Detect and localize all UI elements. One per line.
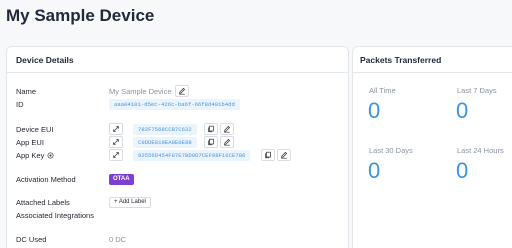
- edit-app-eui-button[interactable]: [220, 136, 234, 148]
- last-7-days-label: Last 7 Days: [457, 86, 497, 95]
- last-30-days-value: 0: [368, 158, 381, 183]
- app-eui-value: C9DDE819EA8E0E88: [133, 137, 197, 148]
- edit-app-key-button[interactable]: [277, 149, 291, 161]
- device-details-card: Device Details Name My Sample Device ID …: [6, 46, 349, 248]
- device-eui-label: Device EUI: [16, 125, 54, 134]
- copy-device-eui-button[interactable]: [204, 123, 218, 135]
- last-7-days-value: 0: [456, 98, 469, 123]
- app-key-label: App Key: [16, 151, 54, 160]
- app-eui-label: App EUI: [16, 138, 44, 147]
- eye-icon[interactable]: [47, 152, 54, 159]
- name-label: Name: [16, 87, 37, 96]
- all-time-label: All Time: [369, 86, 396, 95]
- attached-labels-label: Attached Labels: [16, 198, 70, 207]
- page-title: My Sample Device: [6, 6, 155, 25]
- dc-used-label: DC Used: [16, 235, 47, 244]
- expand-app-eui-button[interactable]: [109, 136, 123, 148]
- activation-method-badge: OTAA: [109, 174, 134, 185]
- last-30-days-label: Last 30 Days: [369, 146, 413, 155]
- copy-app-eui-button[interactable]: [204, 136, 218, 148]
- expand-icon: [113, 152, 119, 158]
- edit-name-button[interactable]: [175, 85, 189, 97]
- expand-icon: [113, 139, 119, 145]
- associated-integrations-label: Associated Integrations: [16, 211, 94, 220]
- expand-device-eui-button[interactable]: [109, 123, 123, 135]
- edit-device-eui-button[interactable]: [220, 123, 234, 135]
- copy-icon: [265, 151, 271, 159]
- copy-app-key-button[interactable]: [261, 149, 275, 161]
- packets-header: Packets Transferred: [353, 47, 512, 73]
- last-24-hours-label: Last 24 Hours: [457, 146, 504, 155]
- edit-icon: [224, 138, 231, 146]
- app-key-label-text: App Key: [16, 151, 45, 160]
- copy-icon: [208, 125, 214, 133]
- app-key-value: 92556D454F87E7BD0D7CEF08F16CE786: [133, 150, 251, 161]
- add-label-button[interactable]: + Add Label: [109, 197, 151, 208]
- device-details-header: Device Details: [7, 47, 348, 73]
- expand-icon: [113, 126, 119, 132]
- edit-icon: [224, 125, 231, 133]
- name-value: My Sample Device: [109, 87, 172, 96]
- packets-card: Packets Transferred All Time 0 Last 7 Da…: [352, 46, 512, 248]
- expand-app-key-button[interactable]: [109, 149, 123, 161]
- all-time-value: 0: [368, 98, 381, 123]
- edit-icon: [179, 87, 186, 95]
- id-label: ID: [16, 100, 24, 109]
- device-eui-value: 782F7568CCB7C632: [133, 124, 197, 135]
- last-24-hours-value: 0: [456, 158, 469, 183]
- activation-method-label: Activation Method: [16, 175, 76, 184]
- edit-icon: [281, 151, 288, 159]
- copy-icon: [208, 138, 214, 146]
- id-value: aaa04101-d5ec-426c-ba6f-66f8d401b4dd: [109, 99, 240, 110]
- dc-used-value: 0 DC: [109, 235, 127, 244]
